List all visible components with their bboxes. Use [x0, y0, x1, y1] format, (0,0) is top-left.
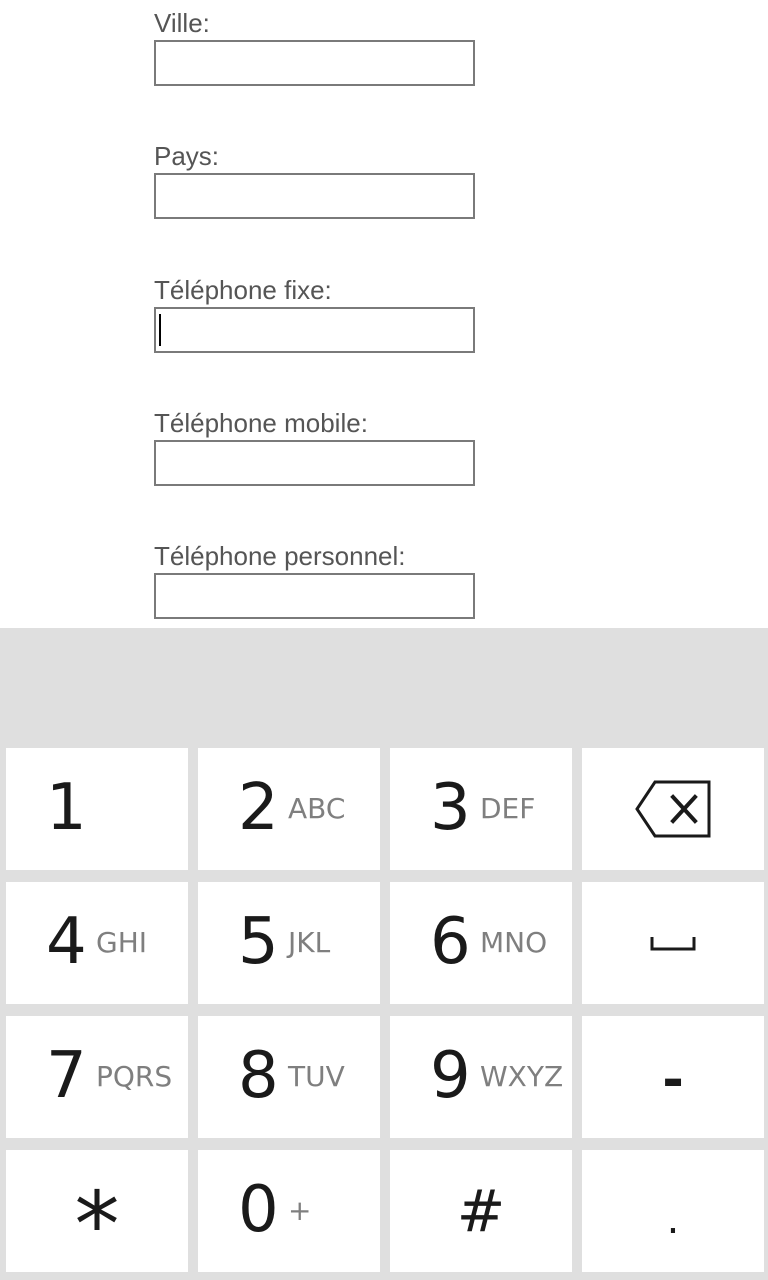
key-7[interactable]: 7 PQRS [6, 1016, 188, 1138]
key-letters: GHI [96, 926, 148, 959]
field-label-pays: Pays: [154, 141, 220, 171]
field-label-telephone-mobile: Téléphone mobile: [154, 408, 368, 438]
ville-input[interactable] [154, 40, 475, 86]
key-digit: 9 [430, 1039, 471, 1113]
key-8[interactable]: 8 TUV [198, 1016, 380, 1138]
key-digit: 8 [238, 1039, 279, 1113]
field-label-telephone-personnel: Téléphone personnel: [154, 541, 406, 571]
star-symbol: * [74, 1173, 120, 1278]
key-dot[interactable]: . [582, 1150, 764, 1272]
contact-form: Ville: Pays: Téléphone fixe: Téléphone m… [0, 0, 768, 628]
key-digit: 0 [238, 1173, 279, 1247]
dash-symbol: - [662, 1050, 684, 1110]
key-hash-symbol: # [390, 1150, 572, 1272]
key-letters: ABC [288, 792, 346, 825]
field-label-telephone-fixe: Téléphone fixe: [154, 275, 332, 305]
key-1[interactable]: 1 [6, 748, 188, 870]
key-9[interactable]: 9 WXYZ [390, 1016, 572, 1138]
key-0[interactable]: 0 + [198, 1150, 380, 1272]
key-letters: JKL [288, 926, 331, 959]
key-dash[interactable]: - [582, 1016, 764, 1138]
key-letters: PQRS [96, 1060, 173, 1093]
key-digit: 3 [430, 771, 471, 845]
key-digit: 2 [238, 771, 279, 845]
key-letters: TUV [288, 1060, 345, 1093]
pays-input[interactable] [154, 173, 475, 219]
key-digit: 7 [46, 1039, 87, 1113]
key-5[interactable]: 5 JKL [198, 882, 380, 1004]
key-letters: DEF [480, 792, 536, 825]
key-6[interactable]: 6 MNO [390, 882, 572, 1004]
telephone-mobile-input[interactable] [154, 440, 475, 486]
telephone-personnel-input[interactable] [154, 573, 475, 619]
key-star[interactable]: * [6, 1150, 188, 1272]
key-space[interactable] [582, 882, 764, 1004]
key-dash-symbol: - [582, 1016, 764, 1138]
key-2[interactable]: 2 ABC [198, 748, 380, 870]
key-letters: WXYZ [480, 1060, 564, 1093]
key-digit: 6 [430, 905, 471, 979]
key-letters: + [288, 1194, 312, 1227]
key-dot-symbol: . [582, 1150, 764, 1272]
key-letters: MNO [480, 926, 548, 959]
key-backspace[interactable] [582, 748, 764, 870]
field-label-ville: Ville: [154, 8, 210, 38]
key-digit: 4 [46, 905, 87, 979]
key-hash[interactable]: # [390, 1150, 572, 1272]
key-digit: 1 [46, 771, 87, 845]
hash-symbol: # [456, 1177, 506, 1245]
key-4[interactable]: 4 GHI [6, 882, 188, 1004]
text-caret [159, 314, 161, 346]
key-3[interactable]: 3 DEF [390, 748, 572, 870]
space-icon [582, 882, 764, 1004]
numeric-keyboard: 1 2 ABC 3 DEF 4 GHI 5 JKL 6 MNO 7 PQRS 8… [0, 628, 768, 1280]
key-star-symbol: * [6, 1150, 188, 1272]
key-digit: 5 [238, 905, 279, 979]
dot-symbol: . [666, 1197, 680, 1243]
telephone-fixe-input[interactable] [154, 307, 475, 353]
backspace-icon [582, 748, 764, 870]
